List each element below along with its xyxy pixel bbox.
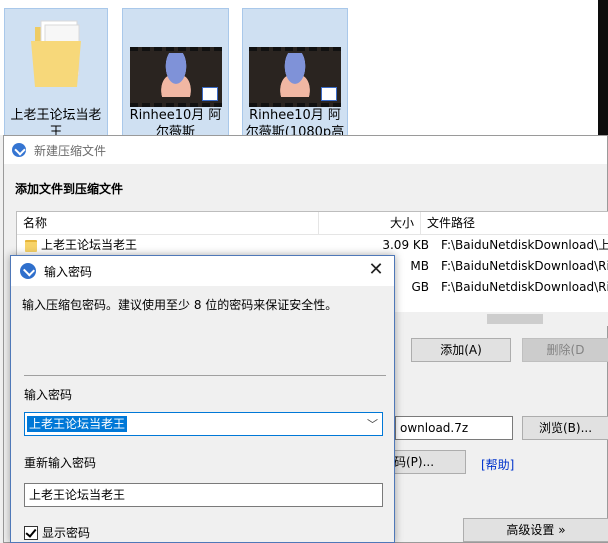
- window-title: 新建压缩文件: [34, 143, 107, 158]
- dialog-title: 输入密码: [44, 264, 93, 279]
- browse-button[interactable]: 浏览(B)...: [522, 416, 608, 440]
- file-label: Rinhee10月 阿: [249, 108, 341, 123]
- file-label: Rinhee10月 阿: [129, 108, 222, 123]
- show-password-checkbox[interactable]: 显示密码: [24, 524, 90, 541]
- show-password-label: 显示密码: [42, 526, 91, 540]
- background-window-edge: [598, 0, 608, 135]
- file-list-row[interactable]: 上老王论坛当老王 3.09 KB F:\BaiduNetdiskDownload…: [17, 235, 608, 256]
- dialog-description: 输入压缩包密码。建议使用至少 8 位的密码来保证安全性。: [22, 298, 338, 312]
- row-path: F:\BaiduNetdiskDownload\Rinhee: [441, 280, 608, 294]
- desktop-file-video-2[interactable]: Rinhee10月 阿 尔薇斯(1080p高: [242, 8, 348, 140]
- column-header-size[interactable]: 大小: [319, 212, 421, 234]
- column-header-path[interactable]: 文件路径: [421, 212, 608, 234]
- checkbox-checked-icon[interactable]: [24, 525, 38, 540]
- row-path: F:\BaiduNetdiskDownload\上老王: [441, 238, 608, 252]
- reenter-password-input[interactable]: 上老王论坛当老王: [24, 483, 383, 507]
- add-button[interactable]: 添加(A): [411, 338, 511, 362]
- column-header-name[interactable]: 名称: [17, 212, 319, 234]
- video-thumbnail-icon: [129, 47, 222, 107]
- file-list-header: 名称 大小 文件路径: [17, 212, 608, 235]
- password-label: 输入密码: [24, 388, 73, 402]
- set-password-button[interactable]: 码(P)...: [389, 450, 466, 474]
- app-icon: [20, 263, 36, 279]
- password-dialog: 输入密码 ✕ 输入压缩包密码。建议使用至少 8 位的密码来保证安全性。 输入密码…: [10, 255, 395, 543]
- row-path: F:\BaiduNetdiskDownload\Rinhee: [441, 259, 608, 273]
- chevron-down-icon[interactable]: ﹀: [367, 416, 378, 432]
- close-icon[interactable]: ✕: [366, 260, 386, 280]
- section-heading: 添加文件到压缩文件: [15, 182, 124, 196]
- divider: [24, 375, 386, 376]
- row-size: 3.09 KB: [382, 238, 429, 252]
- advanced-settings-button[interactable]: 高级设置 »: [463, 518, 608, 542]
- help-link[interactable]: [帮助]: [481, 456, 514, 473]
- archive-path-field[interactable]: ownload.7z: [395, 416, 513, 440]
- dialog-titlebar: 输入密码 ✕: [11, 256, 394, 286]
- reenter-password-label: 重新输入密码: [24, 456, 97, 470]
- app-icon: [12, 143, 26, 157]
- video-thumbnail-icon: [249, 47, 341, 107]
- delete-button[interactable]: 删除(D: [522, 338, 608, 362]
- scrollbar-thumb[interactable]: [487, 314, 543, 324]
- file-label: 上老王论坛当老: [10, 108, 102, 123]
- folder-icon: [31, 20, 81, 87]
- desktop-file-video-1[interactable]: Rinhee10月 阿 尔薇斯: [122, 8, 229, 140]
- window-titlebar: 新建压缩文件: [4, 136, 607, 164]
- password-input[interactable]: 上老王论坛当老王 ﹀: [24, 412, 383, 436]
- password-value: 上老王论坛当老王: [27, 416, 128, 432]
- row-name: 上老王论坛当老王: [41, 238, 138, 252]
- desktop-file-folder[interactable]: 上老王论坛当老 王: [4, 8, 108, 140]
- folder-icon: [25, 239, 37, 252]
- desktop-area: 上老王论坛当老 王 Rinhee10月 阿 尔薇斯 Rinhee10月 阿 尔薇…: [0, 0, 608, 140]
